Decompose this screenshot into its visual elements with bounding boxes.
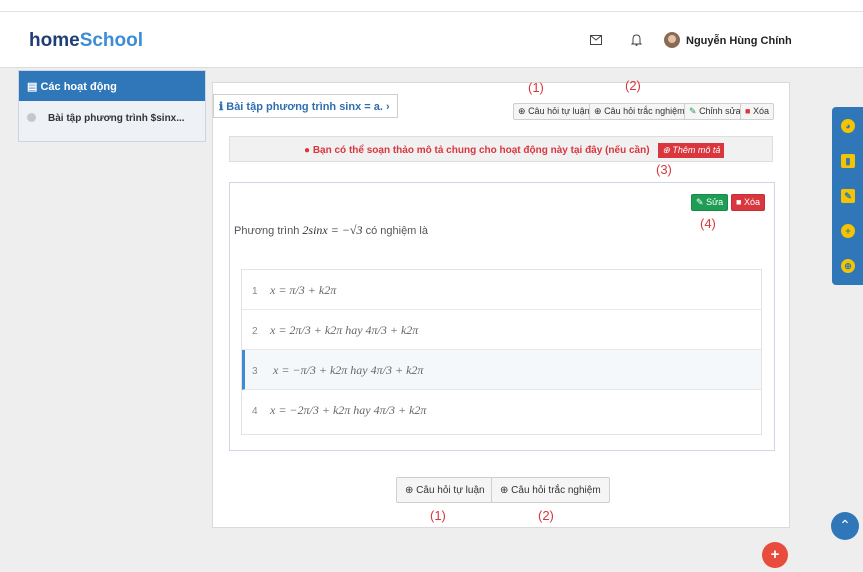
answer-number: 3 (252, 366, 258, 377)
bottom-mc-label: Câu hỏi trắc nghiệm (511, 485, 601, 496)
annotation-b1: (1) (430, 508, 446, 523)
answer-number: 2 (252, 326, 258, 337)
add-mc-label: Câu hỏi trắc nghiệm (604, 106, 685, 116)
avatar[interactable] (664, 32, 680, 48)
answer-number: 4 (252, 406, 258, 417)
add-essay-question-button[interactable]: ⊕ Câu hỏi tự luận (513, 103, 595, 120)
answer-text: x = 2π/3 + k2π hay 4π/3 + k2π (270, 323, 419, 337)
trash-icon: ■ (745, 106, 751, 116)
activity-title-tab[interactable]: ℹ Bài tập phương trình sinx = a. › (213, 94, 398, 118)
sidebar-item-activity[interactable]: Bài tập phương trình $sinx... (19, 101, 205, 141)
answer-option-4[interactable]: 4 x = −2π/3 + k2π hay 4π/3 + k2π (242, 390, 761, 430)
add-description-button[interactable]: ⊕ Thêm mô tả (658, 143, 725, 158)
answer-number: 1 (252, 286, 258, 297)
answer-list: 1 x = π/3 + k2π 2 x = 2π/3 + k2π hay 4π/3 … (241, 269, 762, 435)
question-text: Phương trình 2sinx = −√3 có nghiệm là (234, 223, 428, 238)
annotation-3: (3) (656, 162, 672, 177)
trash-icon: ■ (736, 197, 742, 207)
floating-add-button[interactable]: + (762, 542, 788, 568)
status-dot-icon (27, 113, 36, 122)
notice-text: Bạn có thể soạn thảo mô tả chung cho hoạ… (312, 145, 650, 156)
username[interactable]: Nguyễn Hùng Chính (686, 35, 792, 47)
edit-icon[interactable]: ✎ (841, 189, 855, 203)
answer-option-3[interactable]: 3 x = −π/3 + k2π hay 4π/3 + k2π (242, 350, 761, 390)
answer-text: x = −π/3 + k2π hay 4π/3 + k2π (273, 363, 424, 377)
add-mc-question-button[interactable]: ⊕ Câu hỏi trắc nghiệm (589, 103, 690, 120)
add-essay-label: Câu hỏi tự luận (528, 106, 590, 116)
question-suffix: có nghiệm là (365, 225, 428, 237)
answer-text: x = −2π/3 + k2π hay 4π/3 + k2π (270, 403, 427, 417)
delete-question-label: Xóa (743, 197, 760, 207)
plus-circle-icon: ⊕ (405, 485, 414, 496)
sidebar-item-label: Bài tập phương trình $sinx... (48, 113, 185, 124)
answer-text: x = π/3 + k2π (270, 283, 337, 297)
plus-circle-icon[interactable]: + (841, 224, 855, 238)
chevron-up-icon: ⌃ (839, 517, 851, 533)
delete-activity-button[interactable]: ■ Xóa (740, 103, 774, 120)
edit-question-label: Sửa (706, 197, 724, 207)
edit-activity-button[interactable]: ✎ Chỉnh sửa (684, 103, 746, 120)
question-prefix: Phương trình (234, 225, 300, 237)
question-equation: 2sinx = −√3 (302, 223, 363, 237)
book-icon[interactable]: ▮ (841, 154, 855, 168)
edit-question-button[interactable]: ✎ Sửa (691, 194, 729, 211)
plus-circle-icon: ⊕ (594, 106, 602, 116)
envelope-icon[interactable] (590, 34, 602, 48)
add-description-label: Thêm mô tả (672, 145, 721, 155)
annotation-4: (4) (700, 216, 716, 231)
logo[interactable]: homeSchool (29, 30, 143, 52)
alert-icon: ● (304, 145, 311, 156)
activity-title: Bài tập phương trình sinx = a. (226, 101, 383, 113)
zoom-in-icon[interactable]: ⊕ (841, 259, 855, 273)
delete-label: Xóa (752, 106, 769, 116)
right-toolbar: ◕ ▮ ✎ + ⊕ (832, 107, 863, 285)
annotation-1: (1) (528, 80, 544, 95)
plus-icon: + (770, 546, 780, 563)
info-icon: ℹ (219, 101, 224, 113)
edit-icon: ✎ (696, 197, 704, 207)
bottom-add-essay-button[interactable]: ⊕ Câu hỏi tự luận (396, 477, 494, 503)
bottom-essay-label: Câu hỏi tự luận (416, 485, 485, 496)
delete-question-button[interactable]: ■ Xóa (731, 194, 765, 211)
bottom-add-mc-button[interactable]: ⊕ Câu hỏi trắc nghiệm (491, 477, 610, 503)
sidebar-title: Các hoạt động (40, 81, 117, 93)
annotation-2: (2) (625, 78, 641, 93)
logo-school: School (79, 30, 144, 51)
chevron-right-icon: › (385, 101, 390, 113)
answer-option-2[interactable]: 2 x = 2π/3 + k2π hay 4π/3 + k2π (242, 310, 761, 350)
sidebar-header: ▤ Các hoạt động (19, 71, 205, 101)
plus-circle-icon: ⊕ (518, 106, 526, 116)
edit-label: Chỉnh sửa (699, 106, 741, 116)
dashboard-icon[interactable]: ◕ (841, 119, 855, 133)
activities-sidebar: ▤ Các hoạt động Bài tập phương trình $si… (18, 70, 206, 142)
scroll-top-button[interactable]: ⌃ (831, 512, 859, 540)
description-notice: ● Bạn có thể soạn thảo mô tả chung cho h… (229, 136, 773, 162)
list-icon: ▤ (27, 81, 38, 93)
annotation-b2: (2) (538, 508, 554, 523)
top-strip (0, 0, 863, 12)
answer-option-1[interactable]: 1 x = π/3 + k2π (242, 270, 761, 310)
logo-home: home (29, 30, 80, 51)
bell-icon[interactable] (630, 34, 643, 49)
edit-icon: ✎ (689, 106, 697, 116)
plus-circle-icon: ⊕ (500, 485, 509, 496)
app-header: homeSchool Nguyễn Hùng Chính (0, 12, 863, 68)
